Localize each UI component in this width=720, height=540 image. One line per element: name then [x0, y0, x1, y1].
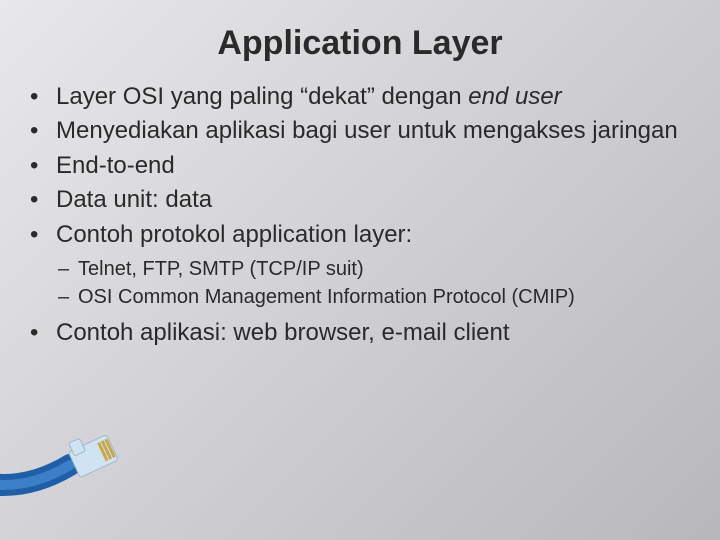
bullet-text-italic: end user — [468, 83, 561, 110]
list-item: Data unit: data — [56, 184, 690, 216]
list-item: OSI Common Management Information Protoc… — [78, 283, 690, 311]
list-item: Telnet, FTP, SMTP (TCP/IP suit) — [78, 255, 690, 283]
list-item: End-to-end — [56, 150, 690, 182]
bullet-text: Layer OSI yang paling “dekat” dengan — [56, 83, 468, 110]
list-item: Menyediakan aplikasi bagi user untuk men… — [56, 115, 690, 147]
ethernet-cable-image — [0, 410, 170, 500]
list-item: Contoh protokol application layer: Telne… — [56, 219, 690, 311]
list-item: Contoh aplikasi: web browser, e-mail cli… — [56, 317, 690, 349]
list-item: Layer OSI yang paling “dekat” dengan end… — [56, 81, 690, 113]
sub-bullet-list: Telnet, FTP, SMTP (TCP/IP suit) OSI Comm… — [56, 255, 690, 311]
slide-title: Application Layer — [0, 0, 720, 73]
bullet-text: Contoh protokol application layer: — [56, 221, 412, 248]
bullet-list: Layer OSI yang paling “dekat” dengan end… — [0, 81, 720, 349]
